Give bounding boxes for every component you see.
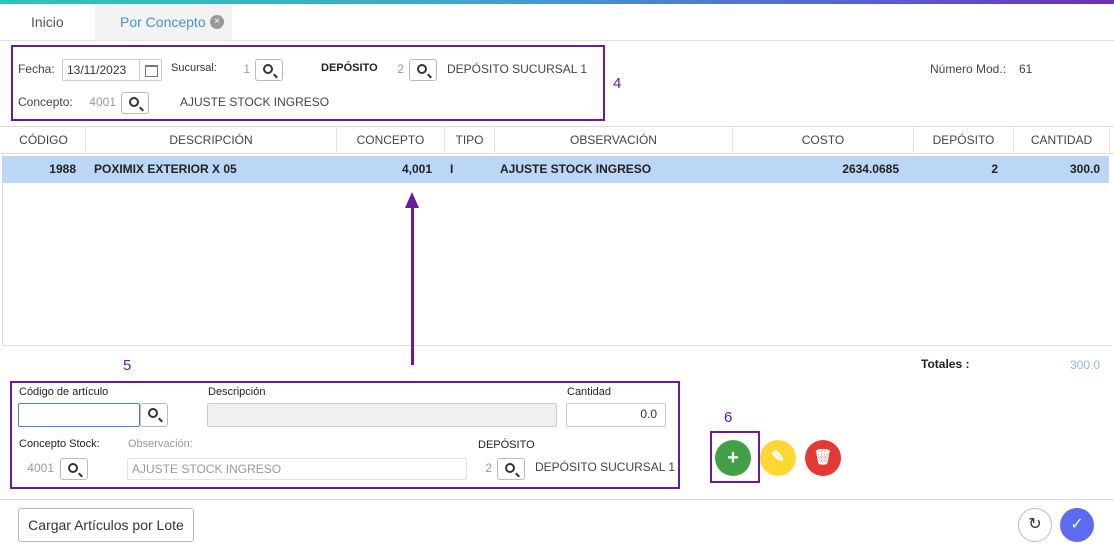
cargar-articulos-lote-button[interactable]: Cargar Artículos por Lote — [18, 508, 194, 542]
totales-value: 300.0 — [1070, 358, 1101, 372]
column-header-codigo[interactable]: CÓDIGO — [2, 127, 86, 154]
add-button[interactable]: + — [715, 440, 751, 476]
close-icon[interactable]: × — [210, 15, 224, 29]
trash-icon: 🗑 — [813, 449, 833, 466]
check-icon: ✓ — [1070, 516, 1084, 533]
refresh-button[interactable]: ↻ — [1018, 508, 1052, 542]
column-header-descripcion[interactable]: DESCRIPCIÓN — [86, 127, 337, 154]
concepto-stock-search-button[interactable] — [60, 458, 88, 480]
annotation-number-4: 4 — [613, 75, 622, 92]
plus-icon: + — [727, 447, 739, 469]
concepto-stock-label: Concepto Stock: — [19, 438, 100, 450]
column-header-deposito[interactable]: DEPÓSITO — [914, 127, 1014, 154]
codigo-articulo-search-button[interactable] — [140, 403, 168, 427]
numero-mod-value: 61 — [1019, 62, 1033, 76]
pencil-icon: ✎ — [771, 449, 785, 466]
tab-label: Por Concepto — [120, 14, 206, 30]
confirm-button[interactable]: ✓ — [1060, 508, 1094, 542]
column-header-tipo[interactable]: TIPO — [445, 127, 495, 154]
tab-bar: Inicio Por Concepto × — [0, 4, 1114, 41]
numero-mod-label: Número Mod.: — [930, 62, 1007, 76]
codigo-articulo-label: Código de artículo — [19, 386, 109, 398]
column-header-observacion[interactable]: OBSERVACIÓN — [495, 127, 733, 154]
tab-por-concepto[interactable]: Por Concepto × — [95, 4, 232, 40]
cell-descripcion: POXIMIX EXTERIOR X 05 — [94, 162, 237, 176]
cell-deposito: 2 — [991, 162, 998, 176]
cell-observacion: AJUSTE STOCK INGRESO — [500, 162, 652, 176]
form-deposito-input[interactable]: 2 — [476, 458, 496, 480]
cantidad-label: Cantidad — [567, 386, 612, 398]
observacion-input[interactable]: AJUSTE STOCK INGRESO — [127, 458, 467, 480]
cell-cantidad: 300.0 — [1069, 162, 1100, 176]
annotation-number-5: 5 — [123, 357, 132, 374]
codigo-articulo-input[interactable] — [18, 403, 140, 427]
annotation-arrow — [411, 205, 414, 365]
totales-label: Totales : — [921, 357, 970, 371]
descripcion-input[interactable] — [207, 403, 557, 427]
form-deposito-search-button[interactable] — [497, 458, 525, 480]
search-icon — [68, 463, 78, 473]
annotation-box-4 — [11, 45, 605, 121]
annotation-number-6: 6 — [724, 409, 733, 426]
cell-codigo: 1988 — [49, 162, 76, 176]
cell-costo: 2634.0685 — [842, 162, 899, 176]
column-header-concepto[interactable]: CONCEPTO — [337, 127, 445, 154]
search-icon — [505, 463, 515, 473]
tab-inicio[interactable]: Inicio — [31, 4, 64, 40]
refresh-icon: ↻ — [1028, 516, 1042, 533]
table-row[interactable]: 1988 POXIMIX EXTERIOR X 05 4,001 I AJUST… — [2, 156, 1109, 183]
cell-concepto: 4,001 — [401, 162, 432, 176]
column-header-cantidad[interactable]: CANTIDAD — [1014, 127, 1110, 154]
edit-button[interactable]: ✎ — [760, 440, 796, 476]
form-deposito-name: DEPÓSITO SUCURSAL 1 — [535, 460, 676, 474]
cell-tipo: I — [450, 162, 454, 176]
grid-header: CÓDIGO DESCRIPCIÓN CONCEPTO TIPO OBSERVA… — [0, 126, 1114, 154]
cantidad-input[interactable]: 0.0 — [566, 403, 666, 427]
form-deposito-label: DEPÓSITO — [478, 439, 535, 451]
search-icon — [148, 408, 158, 418]
descripcion-label: Descripción — [208, 386, 266, 398]
column-header-costo[interactable]: COSTO — [733, 127, 914, 154]
concepto-stock-input[interactable]: 4001 — [20, 458, 58, 480]
delete-button[interactable]: 🗑 — [805, 440, 841, 476]
observacion-label: Observación: — [128, 438, 193, 450]
